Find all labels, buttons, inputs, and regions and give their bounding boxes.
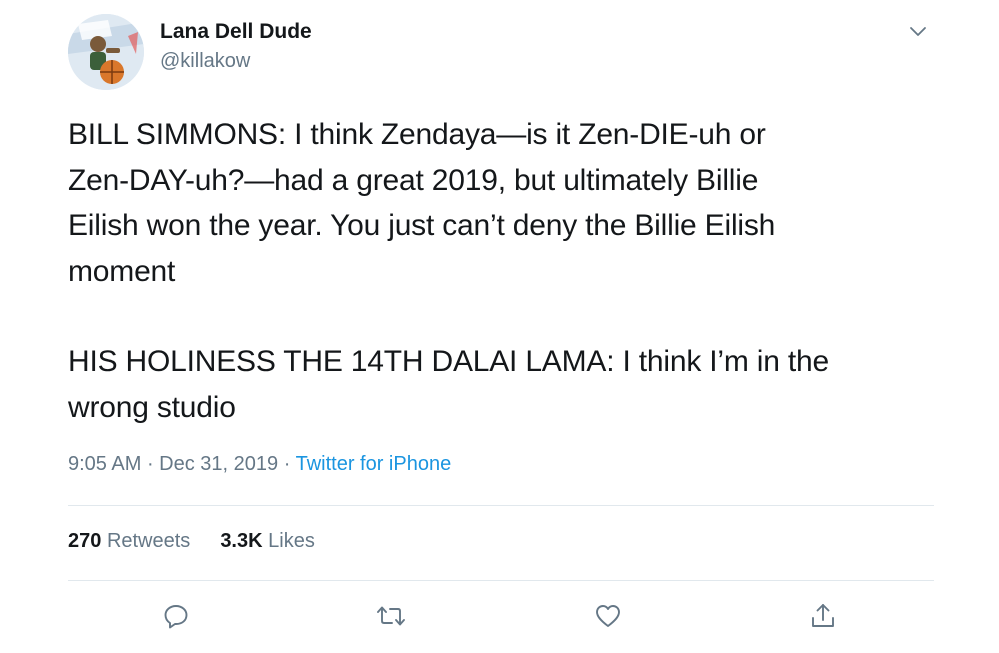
- more-options-button[interactable]: [906, 22, 930, 42]
- tweet-line: Eilish won the year. You just can’t deny…: [68, 209, 776, 242]
- likes-count: 3.3K: [220, 530, 263, 552]
- reply-button[interactable]: [158, 598, 194, 634]
- user-handle[interactable]: @killakow: [160, 50, 250, 73]
- tweet-source-link[interactable]: Twitter for iPhone: [296, 453, 452, 475]
- meta-separator: ·: [278, 453, 296, 475]
- tweet-line: moment: [68, 254, 176, 288]
- tweet-line: Zen-DAY-uh?—had a great 2019, but ultima…: [68, 163, 759, 197]
- divider: [68, 505, 934, 506]
- retweets-count: 270: [68, 530, 102, 552]
- likes-stat[interactable]: 3.3K Likes: [220, 530, 315, 553]
- tweet-time[interactable]: 9:05 AM: [68, 453, 141, 475]
- chevron-down-icon: [910, 27, 926, 36]
- share-icon: [812, 604, 834, 627]
- tweet-stats: 270 Retweets 3.3K Likes: [68, 530, 315, 553]
- tweet-line: BILL SIMMONS: I think Zendaya—is it Zen-…: [68, 118, 766, 151]
- tweet-text: BILL SIMMONS: I think Zendaya—is it Zen-…: [68, 112, 948, 430]
- likes-label: Likes: [268, 530, 315, 552]
- retweets-label: Retweets: [106, 530, 191, 552]
- share-button[interactable]: [805, 598, 841, 634]
- tweet-line: HIS HOLINESS THE 14TH DALAI LAMA: I thin…: [68, 345, 829, 378]
- tweet-date[interactable]: Dec 31, 2019: [159, 453, 278, 475]
- retweet-button[interactable]: [373, 598, 409, 634]
- heart-icon: [596, 605, 620, 627]
- like-button[interactable]: [590, 598, 626, 634]
- retweets-stat[interactable]: 270 Retweets: [68, 530, 190, 553]
- tweet-line: wrong studio: [68, 390, 236, 424]
- divider: [68, 580, 934, 581]
- display-name[interactable]: Lana Dell Dude: [160, 20, 312, 44]
- tweet-actions: [0, 598, 999, 642]
- reply-icon: [164, 605, 188, 629]
- meta-separator: ·: [141, 453, 160, 475]
- tweet-metadata: 9:05 AM · Dec 31, 2019 · Twitter for iPh…: [68, 453, 451, 476]
- avatar[interactable]: [68, 14, 144, 90]
- retweet-icon: [377, 606, 405, 626]
- avatar-basketball-player-icon: [68, 14, 144, 90]
